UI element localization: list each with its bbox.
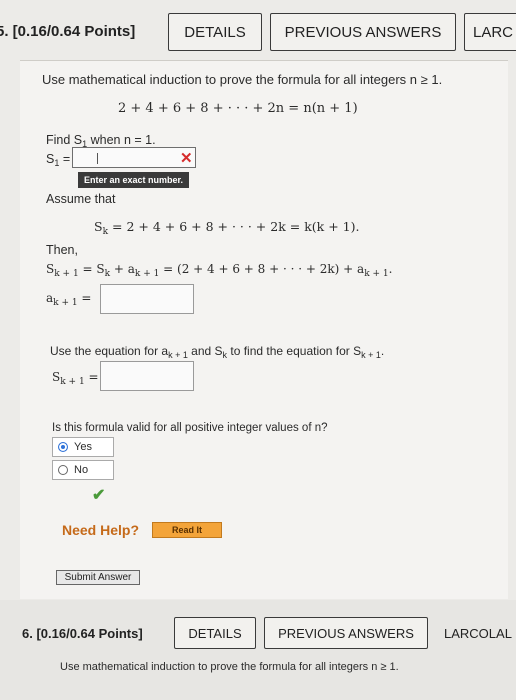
- radio-no[interactable]: [58, 465, 68, 475]
- question-prompt: Use mathematical induction to prove the …: [42, 72, 443, 87]
- skp1-label: Sk + 1 =: [52, 370, 99, 387]
- radio-yes[interactable]: [58, 442, 68, 452]
- radio-yes-label: Yes: [74, 441, 92, 453]
- formula: 2 + 4 + 6 + 8 + · · · + 2n = n(n + 1): [118, 101, 358, 116]
- submit-answer-button[interactable]: Submit Answer: [56, 570, 140, 585]
- skp1-expansion: Sk + 1 = Sk + ak + 1 = (2 + 4 + 6 + 8 + …: [46, 262, 393, 279]
- details-button[interactable]: DETAILS: [168, 13, 262, 51]
- find-suffix: when n = 1.: [87, 133, 156, 148]
- skp1-input[interactable]: [100, 361, 194, 391]
- then-label: Then,: [46, 243, 78, 257]
- question-5-title: 5. [0.16/0.64 Points]: [0, 23, 136, 40]
- input-tooltip: Enter an exact number.: [78, 172, 190, 188]
- question-6-title: 6. [0.16/0.64 Points]: [22, 626, 143, 641]
- text-cursor: [97, 153, 98, 164]
- larc-button[interactable]: LARC: [464, 13, 516, 51]
- assume-label: Assume that: [46, 192, 116, 206]
- question-6-area: [0, 600, 516, 700]
- correct-check-icon: ✔: [92, 487, 106, 504]
- use-equation-text: Use the equation for ak + 1 and Sk to fi…: [50, 344, 385, 360]
- q6-details-button[interactable]: DETAILS: [174, 617, 256, 649]
- validity-question: Is this formula valid for all positive i…: [52, 422, 328, 434]
- q6-previous-answers-button[interactable]: PREVIOUS ANSWERS: [264, 617, 428, 649]
- akp1-label: ak + 1 =: [46, 291, 92, 308]
- read-it-button[interactable]: Read It: [152, 522, 222, 538]
- akp1-input[interactable]: [100, 284, 194, 314]
- s1-input[interactable]: [72, 147, 196, 168]
- need-help-label: Need Help?: [62, 522, 140, 538]
- incorrect-icon: ✕: [180, 150, 193, 167]
- q6-larcolal-label[interactable]: LARCOLAL: [444, 626, 512, 641]
- find-label: Find S: [46, 133, 83, 147]
- sk-formula: Sk = 2 + 4 + 6 + 8 + · · · + 2k = k(k + …: [94, 219, 360, 237]
- previous-answers-button[interactable]: PREVIOUS ANSWERS: [270, 13, 456, 51]
- s1-label: S1 =: [46, 152, 71, 168]
- q6-prompt: Use mathematical induction to prove the …: [60, 661, 399, 673]
- radio-no-label: No: [74, 464, 89, 476]
